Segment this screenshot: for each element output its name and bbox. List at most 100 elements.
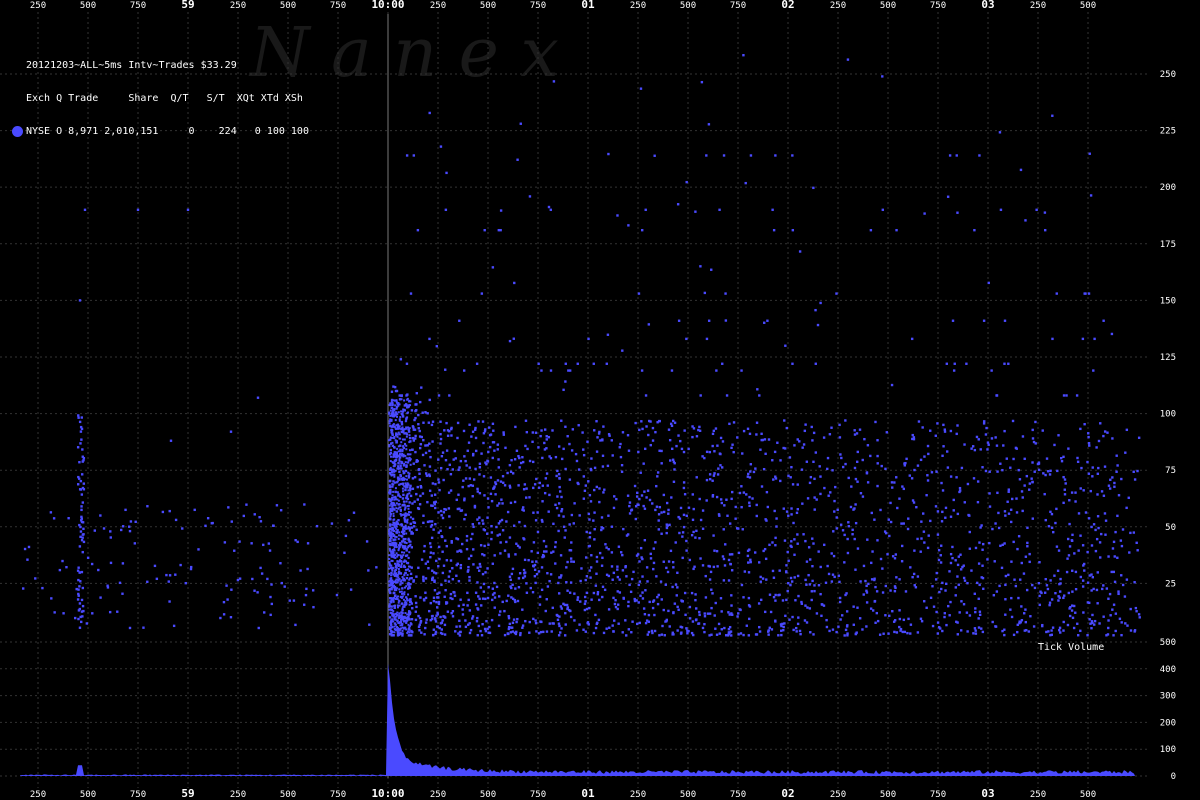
trade-point	[642, 607, 646, 610]
trade-point	[680, 447, 684, 451]
trade-point	[793, 553, 796, 556]
trade-point	[585, 575, 589, 578]
trade-point	[838, 423, 841, 427]
trade-point	[460, 509, 464, 512]
trade-point	[645, 566, 649, 569]
trade-point	[1032, 440, 1036, 444]
trade-point	[389, 466, 392, 469]
trade-point	[876, 484, 879, 488]
trade-point	[754, 467, 757, 470]
trade-point	[1096, 602, 1099, 605]
trade-point	[965, 362, 968, 365]
y-tick-label-upper: 250	[1160, 70, 1176, 80]
trade-point	[624, 619, 627, 622]
trade-point	[401, 413, 404, 416]
trade-point	[404, 568, 407, 571]
trade-point	[736, 615, 739, 618]
trade-point	[913, 468, 916, 472]
trade-point	[393, 502, 396, 505]
trade-point	[616, 214, 619, 217]
trade-point	[742, 429, 746, 433]
trade-point	[853, 433, 857, 436]
trade-point	[707, 319, 711, 322]
trade-point	[866, 444, 870, 447]
trade-point	[395, 451, 398, 454]
trade-point	[837, 574, 841, 577]
trade-point	[393, 518, 396, 521]
trade-point	[765, 519, 768, 522]
trade-point	[616, 575, 620, 579]
trade-point	[401, 426, 404, 429]
trade-point	[82, 533, 85, 536]
trade-point	[987, 281, 990, 285]
trade-point	[628, 512, 632, 515]
trade-point	[811, 564, 814, 568]
trade-point	[651, 600, 655, 603]
trade-point	[730, 604, 733, 607]
trade-point	[435, 559, 438, 563]
trade-point	[528, 631, 531, 634]
trade-point	[890, 383, 894, 387]
trade-point	[1001, 543, 1004, 547]
trade-point	[283, 585, 286, 588]
trade-point	[80, 520, 84, 524]
trade-point	[608, 626, 611, 629]
trade-point	[1102, 584, 1105, 587]
trade-point	[618, 578, 621, 581]
trade-point	[230, 588, 233, 591]
trade-point	[397, 554, 400, 557]
trade-point	[739, 632, 743, 635]
trade-point	[405, 478, 408, 481]
trade-point	[755, 433, 758, 436]
x-tick-label-bottom: 03	[981, 787, 994, 800]
trade-point	[946, 466, 950, 469]
trade-point	[887, 518, 890, 521]
trade-point	[76, 483, 80, 486]
trade-point	[419, 619, 423, 623]
trade-point	[93, 529, 97, 532]
trade-point	[395, 552, 398, 555]
trade-point	[893, 481, 896, 484]
trade-point	[556, 469, 559, 473]
trade-point	[1050, 526, 1054, 529]
trade-point	[568, 523, 571, 526]
trade-point	[393, 591, 396, 595]
trade-point	[388, 603, 391, 606]
trade-point	[483, 627, 487, 631]
trade-point	[179, 563, 182, 567]
trade-point	[1107, 626, 1110, 630]
trade-point	[946, 195, 950, 198]
trade-point	[78, 607, 82, 611]
trade-point	[403, 551, 406, 554]
trade-point	[410, 532, 413, 535]
trade-point	[444, 368, 447, 371]
trade-point	[805, 583, 808, 586]
trade-point	[392, 512, 395, 515]
trade-point	[639, 594, 642, 597]
trade-point	[570, 560, 573, 563]
x-tick-label-bottom: 250	[1030, 790, 1046, 800]
trade-point	[688, 605, 692, 609]
trade-point	[810, 598, 813, 602]
trade-point	[1010, 520, 1013, 524]
trade-point	[516, 599, 520, 603]
trade-point	[388, 444, 391, 447]
trade-point	[981, 548, 984, 551]
trade-point	[916, 464, 920, 467]
x-tick-label-bottom: 750	[930, 790, 946, 800]
trade-point	[1067, 554, 1071, 557]
trade-point	[510, 458, 513, 462]
y-tick-label-lower: 200	[1160, 718, 1176, 728]
trade-point	[917, 420, 921, 423]
trade-point	[250, 542, 253, 545]
trade-point	[650, 629, 654, 633]
trade-point	[400, 462, 403, 465]
trade-point	[1016, 547, 1019, 551]
trade-point	[628, 504, 631, 508]
trade-point	[949, 475, 953, 478]
trade-point	[1120, 621, 1123, 624]
trade-point	[411, 487, 415, 490]
trade-point	[488, 445, 492, 449]
trade-point	[397, 466, 400, 469]
trade-point	[628, 583, 631, 587]
